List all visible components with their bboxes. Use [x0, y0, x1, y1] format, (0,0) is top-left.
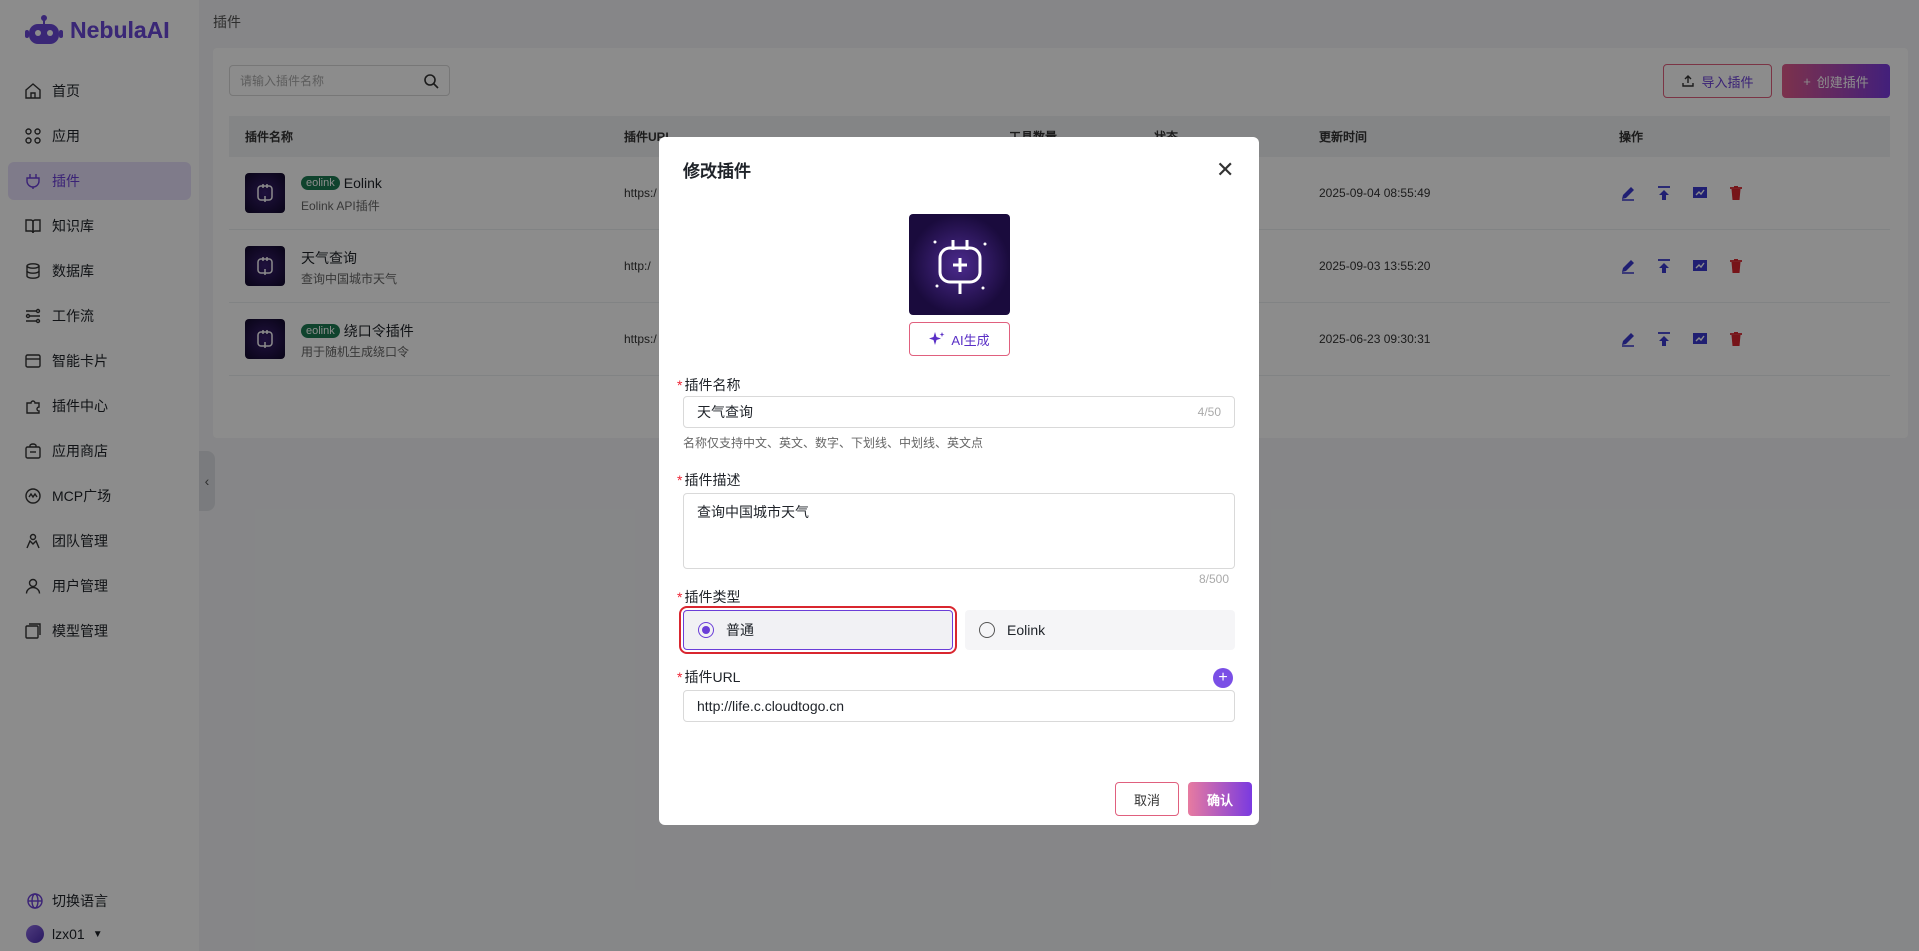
- plug-icon: [933, 239, 986, 294]
- radio-icon: [979, 622, 995, 638]
- sparkle-icon: [929, 332, 945, 345]
- plugin-url-label: * 插件URL: [677, 669, 741, 685]
- plugin-name-input[interactable]: 天气查询 4/50: [683, 396, 1235, 428]
- cancel-button[interactable]: 取消: [1115, 782, 1179, 816]
- plus-icon: +: [1218, 669, 1228, 686]
- plugin-type-label: * 插件类型: [677, 589, 741, 605]
- edit-plugin-modal: 修改插件 ✕ AI生成 * 插件名称 天气查询 4/50 名称仅支持中文、英文、数…: [659, 137, 1259, 825]
- type-option-normal[interactable]: 普通: [679, 606, 957, 654]
- desc-char-count: 8/500: [1199, 572, 1230, 586]
- type-option-eolink[interactable]: Eolink: [965, 610, 1235, 650]
- plugin-url-input[interactable]: http://life.c.cloudtogo.cn: [683, 690, 1235, 722]
- ai-generate-button[interactable]: AI生成: [909, 322, 1010, 356]
- modal-title: 修改插件: [683, 162, 751, 181]
- close-icon[interactable]: ✕: [1216, 157, 1234, 183]
- plugin-desc-label: * 插件描述: [677, 472, 741, 488]
- plugin-avatar[interactable]: [909, 214, 1010, 315]
- plugin-desc-textarea[interactable]: 查询中国城市天气: [683, 493, 1235, 569]
- name-char-count: 4/50: [1197, 405, 1221, 419]
- radio-selected-icon: [698, 622, 714, 638]
- confirm-button[interactable]: 确认: [1188, 782, 1252, 816]
- plugin-name-hint: 名称仅支持中文、英文、数字、下划线、中划线、英文点: [683, 436, 984, 450]
- plugin-name-label: * 插件名称: [677, 377, 741, 393]
- add-url-button[interactable]: +: [1213, 668, 1233, 688]
